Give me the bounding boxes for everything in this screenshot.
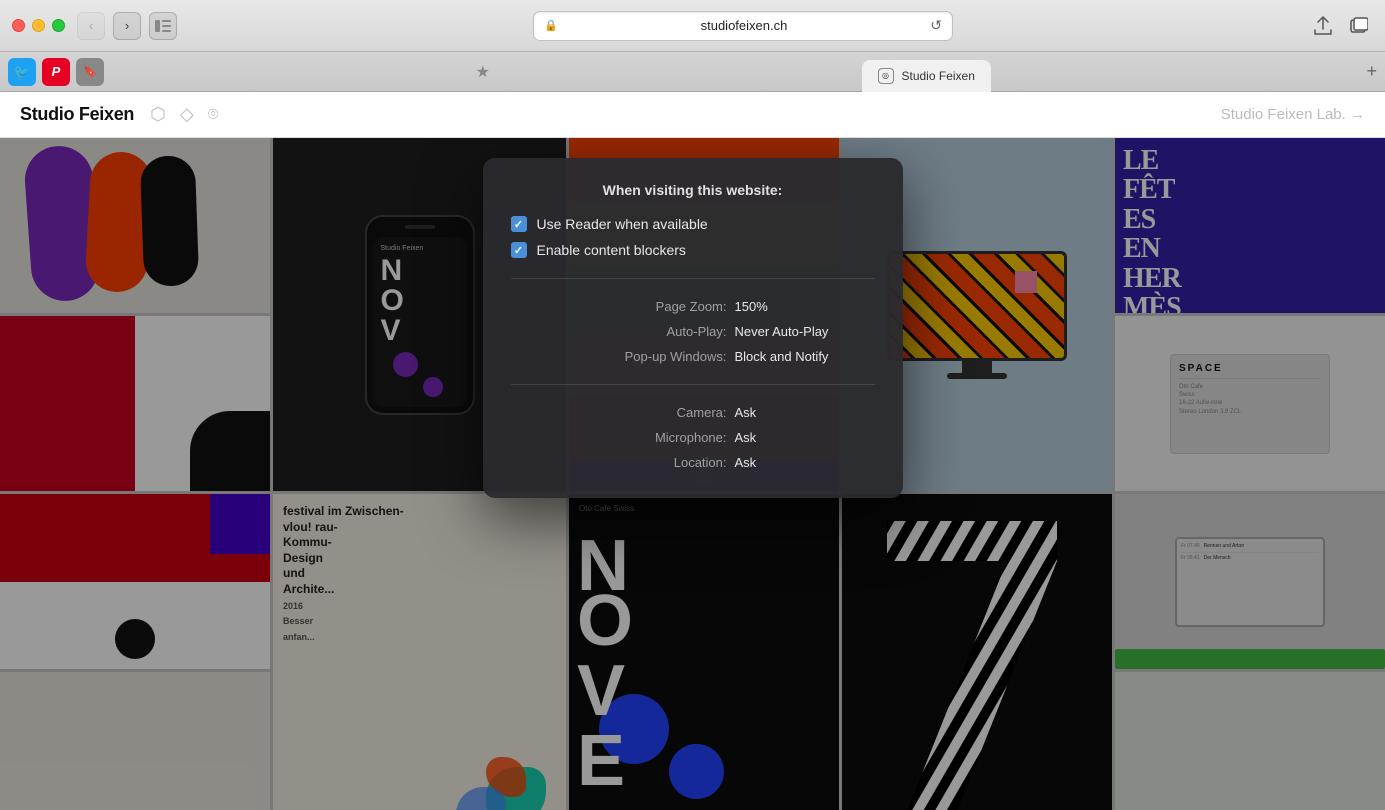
autoplay-row: Auto-Play: Never Auto-Play <box>511 324 875 339</box>
favorite-twitter[interactable]: 🐦 <box>8 58 36 86</box>
location-value[interactable]: Ask <box>735 455 875 470</box>
back-button[interactable]: ‹ <box>77 12 105 40</box>
camera-row: Camera: Ask <box>511 405 875 420</box>
forward-icon: › <box>125 18 129 33</box>
blockers-label: Enable content blockers <box>537 242 686 258</box>
url-text: studiofeixen.ch <box>564 18 925 33</box>
popup-windows-row: Pop-up Windows: Block and Notify <box>511 349 875 364</box>
site-right-link[interactable]: Studio Feixen Lab. → <box>1221 106 1365 123</box>
popup-windows-label: Pop-up Windows: <box>597 349 727 364</box>
bookmark-icon: 🔖 <box>83 65 97 78</box>
camera-value[interactable]: Ask <box>735 405 875 420</box>
reader-checkbox-row[interactable]: ✓ Use Reader when available <box>511 216 875 232</box>
reader-label: Use Reader when available <box>537 216 708 232</box>
tab-label: Studio Feixen <box>902 69 975 83</box>
share-icon <box>1314 16 1332 36</box>
tabs-icon <box>1350 17 1368 35</box>
tab-bar: 🐦 P 🔖 ★ ◎ Studio Feixen + <box>0 52 1385 92</box>
minimize-button[interactable] <box>32 19 45 32</box>
sidebar-toggle-button[interactable] <box>149 12 177 40</box>
twitter-icon: 🐦 <box>14 64 30 80</box>
popup-permissions: Camera: Ask Microphone: Ask Location: As… <box>511 405 875 470</box>
site-icon-3[interactable]: ⌾ <box>208 104 219 125</box>
back-icon: ‹ <box>89 18 93 33</box>
location-row: Location: Ask <box>511 455 875 470</box>
traffic-lights <box>12 19 65 32</box>
pinterest-icon: P <box>52 64 61 79</box>
maximize-button[interactable] <box>52 19 65 32</box>
site-toolbar: Studio Feixen ⬡ ◇ ⌾ Studio Feixen Lab. → <box>0 92 1385 138</box>
title-bar: ‹ › 🔒 studiofeixen.ch ↺ <box>0 0 1385 52</box>
popup-windows-value[interactable]: Block and Notify <box>735 349 875 364</box>
blockers-checkbox[interactable]: ✓ <box>511 242 527 258</box>
autoplay-label: Auto-Play: <box>597 324 727 339</box>
location-label: Location: <box>597 455 727 470</box>
reload-button[interactable]: ↺ <box>930 17 942 34</box>
active-tab[interactable]: ◎ Studio Feixen <box>862 60 991 92</box>
popup-checkboxes: ✓ Use Reader when available ✓ Enable con… <box>511 216 875 279</box>
bookmark-star-button[interactable]: ★ <box>476 62 490 82</box>
tab-icon-inner: ◎ <box>882 71 889 80</box>
address-bar[interactable]: 🔒 studiofeixen.ch ↺ <box>533 11 953 41</box>
add-tab-button[interactable]: + <box>1366 61 1377 82</box>
microphone-value[interactable]: Ask <box>735 430 875 445</box>
tab-site-icon: ◎ <box>878 68 894 84</box>
new-tab-button[interactable] <box>1345 12 1373 40</box>
camera-label: Camera: <box>597 405 727 420</box>
site-icon-2[interactable]: ◇ <box>180 104 194 125</box>
website-settings-popup: When visiting this website: ✓ Use Reader… <box>483 158 903 498</box>
forward-button[interactable]: › <box>113 12 141 40</box>
site-right-link-text: Studio Feixen Lab. → <box>1221 106 1365 123</box>
popup-title: When visiting this website: <box>511 182 875 198</box>
page-zoom-label: Page Zoom: <box>597 299 727 314</box>
sidebar-toggle-icon <box>155 20 171 32</box>
address-bar-container: 🔒 studiofeixen.ch ↺ <box>185 11 1301 41</box>
share-button[interactable] <box>1309 12 1337 40</box>
favorite-pinterest[interactable]: P <box>42 58 70 86</box>
microphone-label: Microphone: <box>597 430 727 445</box>
close-button[interactable] <box>12 19 25 32</box>
lock-icon: 🔒 <box>544 19 558 32</box>
blockers-check-mark: ✓ <box>514 244 523 257</box>
popup-settings: Page Zoom: 150% Auto-Play: Never Auto-Pl… <box>511 299 875 385</box>
reader-checkbox[interactable]: ✓ <box>511 216 527 232</box>
reader-check-mark: ✓ <box>514 218 523 231</box>
main-area: Studio Feixen N O V <box>0 138 1385 810</box>
site-title: Studio Feixen <box>20 104 134 125</box>
blockers-checkbox-row[interactable]: ✓ Enable content blockers <box>511 242 875 258</box>
favorite-bookmark[interactable]: 🔖 <box>76 58 104 86</box>
titlebar-right <box>1309 12 1373 40</box>
page-zoom-value[interactable]: 150% <box>735 299 875 314</box>
autoplay-value[interactable]: Never Auto-Play <box>735 324 875 339</box>
microphone-row: Microphone: Ask <box>511 430 875 445</box>
site-icon-1[interactable]: ⬡ <box>150 104 166 125</box>
page-zoom-row: Page Zoom: 150% <box>511 299 875 314</box>
site-toolbar-icons: ⬡ ◇ ⌾ <box>150 104 218 125</box>
